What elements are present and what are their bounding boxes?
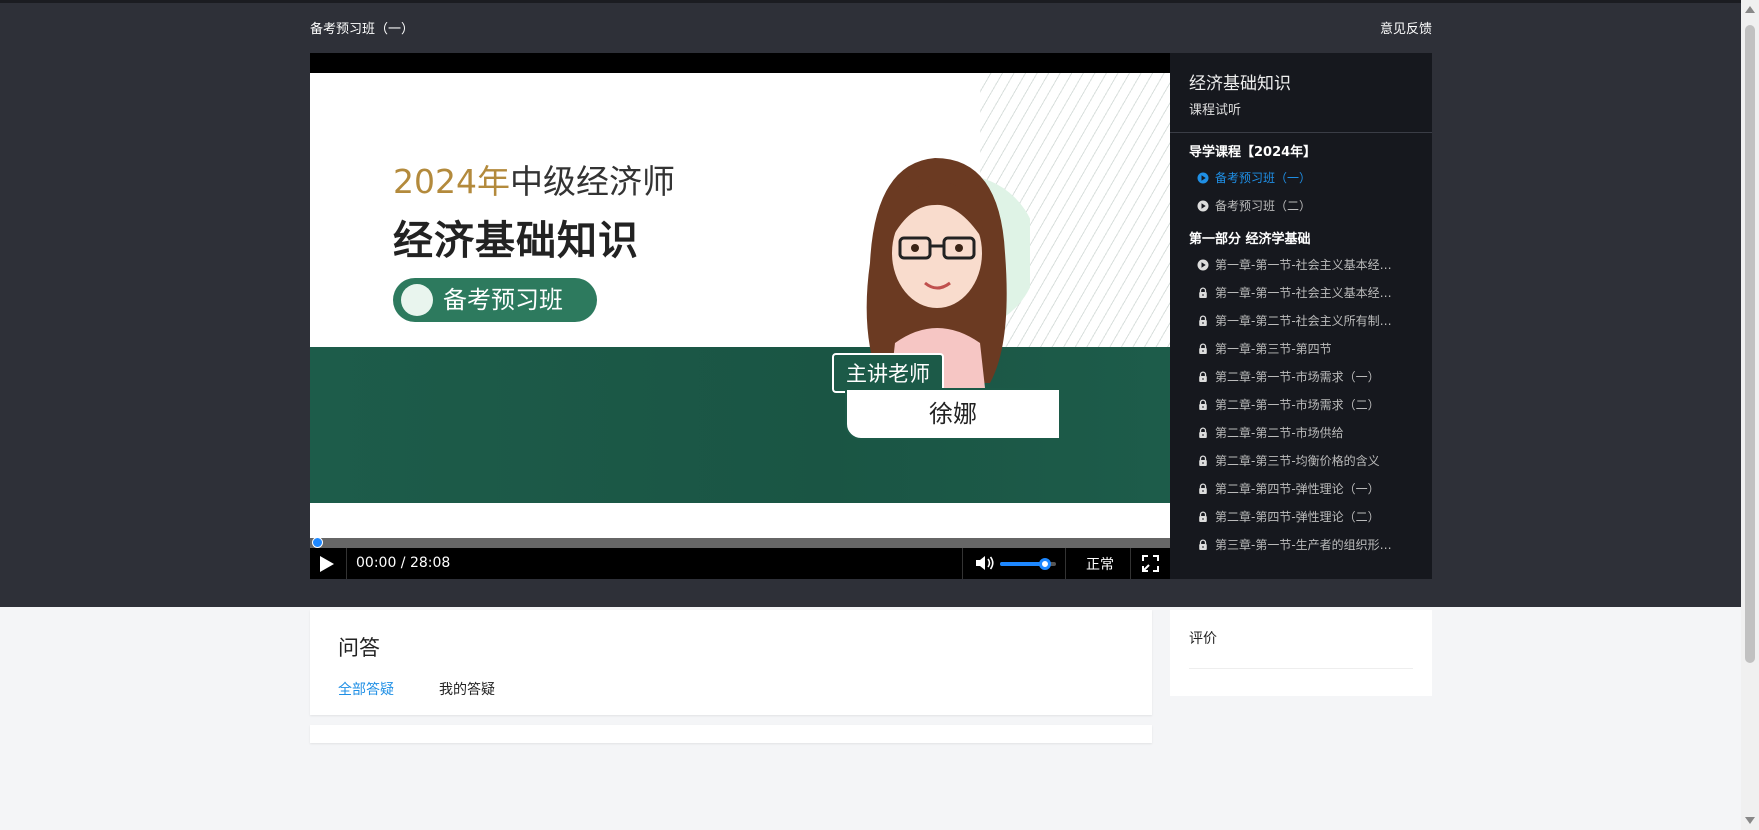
control-divider xyxy=(1065,548,1066,579)
video-frame[interactable]: 2024年中级经济师 经济基础知识 备考预习班 主讲老师 徐娜 xyxy=(310,73,1170,558)
tab-all-questions[interactable]: 全部答疑 xyxy=(338,679,394,699)
lock-icon xyxy=(1199,343,1207,354)
lock-icon xyxy=(1199,511,1207,522)
progress-handle[interactable] xyxy=(312,537,323,548)
catalog-lesson-label: 第一章-第一节-社会主义基本经济... xyxy=(1215,258,1395,272)
catalog-lesson-item[interactable]: 第一章-第二节-社会主义所有制结... xyxy=(1170,307,1395,335)
catalog-lesson-label: 第二章-第二节-市场供给 xyxy=(1215,426,1344,440)
catalog-lesson-label: 备考预习班（二） xyxy=(1215,199,1312,213)
catalog-lesson-label: 第一章-第一节-社会主义基本经济... xyxy=(1215,286,1395,300)
lock-icon xyxy=(1199,315,1207,326)
volume-icon[interactable] xyxy=(975,555,995,571)
lock-icon xyxy=(1199,455,1207,466)
catalog-list[interactable]: 导学课程【2024年】备考预习班（一） 备考预习班（二） 第一部分 经济学基础第一章… xyxy=(1170,133,1415,579)
tab-my-questions[interactable]: 我的答疑 xyxy=(439,679,495,699)
catalog-lesson-label: 第一章-第二节-社会主义所有制结... xyxy=(1215,314,1395,328)
catalog-lesson-item[interactable]: 第二章-第一节-市场需求（一） xyxy=(1170,363,1395,391)
lock-icon xyxy=(1199,399,1207,410)
slide-year: 2024年 xyxy=(393,162,510,201)
catalog-lesson-item[interactable]: 第二章-第一节-市场需求（二） xyxy=(1170,391,1395,419)
catalog-lesson-item[interactable]: 第三章-第一节-生产者的组织形式... xyxy=(1170,531,1395,559)
slide-badge: 备考预习班 xyxy=(393,278,597,322)
lock-icon xyxy=(1199,371,1207,382)
play-circle-icon xyxy=(1197,259,1209,271)
catalog-lesson-label: 第二章-第一节-市场需求（二） xyxy=(1215,398,1380,412)
catalog-lesson-item[interactable]: 备考预习班（一） xyxy=(1170,164,1395,192)
lock-icon xyxy=(1199,427,1207,438)
catalog-lesson-label: 第一章-第三节-第四节 xyxy=(1215,342,1332,356)
fullscreen-icon[interactable] xyxy=(1142,555,1159,572)
rating-title: 评价 xyxy=(1189,631,1217,647)
qa-title: 问答 xyxy=(338,636,380,660)
catalog-title: 经济基础知识 xyxy=(1189,74,1291,94)
book-icon xyxy=(401,284,433,316)
catalog-lesson-item[interactable]: 第一章-第一节-社会主义基本经济... xyxy=(1170,251,1395,279)
video-player[interactable]: 2024年中级经济师 经济基础知识 备考预习班 主讲老师 徐娜 00:00 / … xyxy=(310,53,1170,579)
course-catalog: 经济基础知识 课程试听 导学课程【2024年】备考预习班（一） 备考预习班（二） 第… xyxy=(1170,53,1432,579)
rating-panel: 评价 xyxy=(1170,610,1432,696)
qa-list-panel xyxy=(310,725,1152,743)
teacher-tag: 主讲老师 xyxy=(832,353,944,393)
slide-exam: 中级经济师 xyxy=(509,162,675,201)
slide-subject: 经济基础知识 xyxy=(393,218,639,264)
catalog-header: 经济基础知识 课程试听 xyxy=(1170,53,1432,133)
catalog-lesson-label: 第二章-第一节-市场需求（一） xyxy=(1215,370,1380,384)
catalog-subtitle: 课程试听 xyxy=(1189,103,1242,118)
catalog-lesson-item[interactable]: 第二章-第四节-弹性理论（二） xyxy=(1170,503,1395,531)
play-circle-icon xyxy=(1197,200,1209,212)
page-scrollbar[interactable] xyxy=(1741,0,1759,830)
progress-bar[interactable] xyxy=(310,537,1170,548)
catalog-lesson-label: 第二章-第三节-均衡价格的含义 xyxy=(1215,454,1380,468)
volume-slider[interactable] xyxy=(1000,558,1056,570)
play-button[interactable] xyxy=(320,556,334,572)
teacher-name: 徐娜 xyxy=(845,388,1061,440)
control-divider xyxy=(346,548,347,579)
catalog-section-title: 导学课程【2024年】 xyxy=(1189,145,1317,160)
control-divider xyxy=(1130,548,1131,579)
control-bar: 00:00 / 28:08 正常 xyxy=(310,548,1170,579)
catalog-lesson-label: 备考预习班（一） xyxy=(1215,171,1312,185)
catalog-lesson-item[interactable]: 第二章-第二节-市场供给 xyxy=(1170,419,1395,447)
slide-badge-text: 备考预习班 xyxy=(443,286,563,314)
slide-year-line: 2024年中级经济师 xyxy=(393,155,675,203)
catalog-lesson-item[interactable]: 第二章-第四节-弹性理论（一） xyxy=(1170,475,1395,503)
rating-divider xyxy=(1189,668,1413,669)
catalog-lesson-item[interactable]: 备考预习班（二） xyxy=(1170,192,1395,220)
catalog-lesson-item[interactable]: 第二章-第三节-均衡价格的含义 xyxy=(1170,447,1395,475)
control-divider xyxy=(962,548,963,579)
speed-button[interactable]: 正常 xyxy=(1086,554,1114,574)
feedback-link[interactable]: 意见反馈 xyxy=(1380,18,1432,37)
catalog-lesson-label: 第三章-第一节-生产者的组织形式... xyxy=(1215,538,1395,552)
play-circle-icon xyxy=(1197,172,1209,184)
lock-icon xyxy=(1199,539,1207,550)
lock-icon xyxy=(1199,287,1207,298)
catalog-lesson-label: 第二章-第四节-弹性理论（二） xyxy=(1215,510,1380,524)
lock-icon xyxy=(1199,483,1207,494)
time-display: 00:00 / 28:08 xyxy=(356,555,451,571)
catalog-lesson-label: 第二章-第四节-弹性理论（一） xyxy=(1215,482,1380,496)
catalog-section-title: 第一部分 经济学基础 xyxy=(1189,232,1311,247)
course-title: 备考预习班（一） xyxy=(310,22,415,37)
page-scroll-thumb[interactable] xyxy=(1745,25,1755,663)
page-scroll-down-icon[interactable] xyxy=(1745,817,1755,824)
page-scroll-up-icon[interactable] xyxy=(1745,6,1755,13)
catalog-lesson-item[interactable]: 第一章-第一节-社会主义基本经济... xyxy=(1170,279,1395,307)
volume-handle[interactable] xyxy=(1038,558,1051,570)
catalog-lesson-item[interactable]: 第一章-第三节-第四节 xyxy=(1170,335,1395,363)
qa-panel: 问答 全部答疑 我的答疑 xyxy=(310,610,1152,715)
